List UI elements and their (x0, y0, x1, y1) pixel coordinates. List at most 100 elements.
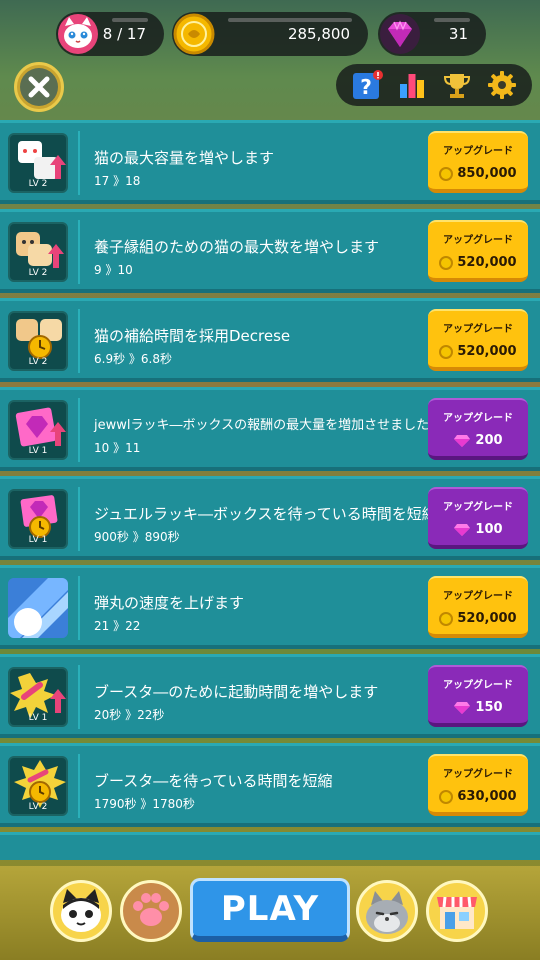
gem-icon (376, 10, 424, 58)
coin-balance-pill: 285,800 (172, 12, 368, 56)
coin-icon (439, 611, 454, 626)
bar-chart-icon (399, 74, 424, 98)
cat-face-icon (61, 889, 101, 932)
upgrade-price: 150 (428, 700, 528, 715)
upgrade-title: 猫の最大容量を増やします (94, 149, 275, 167)
upgrade-button[interactable]: アップグレード 520,000 (428, 220, 528, 282)
gem-balance-value: 31 (448, 25, 468, 43)
upgrade-title: 弾丸の速度を上げます (94, 594, 245, 612)
upgrade-row: LV 2 養子縁組のための猫の最大数を増やします 9 》10 アップグレード 520,0… (0, 209, 540, 293)
jewel-timer-icon: LV 1 (8, 489, 68, 549)
level-label: LV 2 (28, 268, 48, 278)
upgrade-price-value: 520,000 (457, 344, 517, 359)
upgrade-progress: 17 》18 (94, 174, 141, 188)
upgrade-row: LV 2 猫の最大容量を増やします 17 》18 アップグレード 850,000 (0, 120, 540, 204)
gem-icon (454, 523, 471, 536)
upgrade-button[interactable]: アップグレード 630,000 (428, 754, 528, 816)
gem-icon (454, 701, 471, 714)
help-button[interactable]: ? (350, 68, 384, 102)
upgrade-row (0, 832, 540, 860)
hamster-button[interactable] (356, 880, 418, 942)
upgrade-price-value: 520,000 (457, 611, 517, 626)
booster-duration-icon: LV 1 (8, 667, 68, 727)
upgrade-price: 200 (428, 433, 528, 448)
svg-text:?: ? (360, 75, 372, 99)
status-bar: 8 / 17 285,800 31 (0, 8, 540, 58)
stats-button[interactable] (395, 68, 429, 102)
settings-button[interactable] (485, 68, 519, 102)
upgrade-price: 520,000 (428, 255, 528, 270)
upgrade-row: LV 2 ブースタ―を待っている時間を短縮 1790秒 》1780秒 アップグレード 6… (0, 743, 540, 827)
paw-button[interactable] (120, 880, 182, 942)
upgrade-list[interactable]: LV 2 猫の最大容量を増やします 17 》18 アップグレード 850,000 LV 2… (0, 120, 540, 860)
coin-icon (170, 10, 218, 58)
upgrade-row: LV 1 ジュエルラッキ―ボックスを待っている時間を短縮 900秒 》890秒 アップ… (0, 476, 540, 560)
upgrade-button[interactable]: アップグレード 520,000 (428, 576, 528, 638)
row-divider (78, 220, 80, 284)
upgrade-button-label: アップグレード (443, 146, 513, 157)
upgrade-price-value: 520,000 (457, 255, 517, 270)
upgrade-progress: 10 》11 (94, 441, 141, 455)
shop-icon (437, 896, 477, 929)
upgrade-button[interactable]: アップグレード 150 (428, 665, 528, 727)
coin-icon (439, 344, 454, 359)
level-label: LV 1 (28, 713, 48, 723)
upgrade-progress: 21 》22 (94, 619, 141, 633)
upgrade-button-label: アップグレード (443, 769, 513, 780)
cat-count-bar (112, 18, 148, 22)
cat-count-value: 8 / 17 (102, 25, 146, 43)
upgrade-button-label: アップグレード (443, 591, 513, 602)
upgrade-button[interactable]: アップグレード 520,000 (428, 309, 528, 371)
upgrade-button-label: アップグレード (443, 502, 513, 513)
upgrade-price-value: 630,000 (457, 789, 517, 804)
cat-face-icon (54, 10, 102, 58)
close-button[interactable] (14, 62, 64, 112)
upgrade-button[interactable]: アップグレード 200 (428, 398, 528, 460)
coin-icon (439, 789, 454, 804)
play-button[interactable]: PLAY (190, 878, 350, 942)
booster-timer-icon: LV 2 (8, 756, 68, 816)
bullet-speed-icon (8, 578, 68, 638)
upgrade-title: 猫の補給時間を採用Decrese (94, 327, 291, 345)
cat-count-pill: 8 / 17 (56, 12, 164, 56)
bottom-nav: PLAY (0, 866, 540, 960)
help-icon: ? (352, 70, 383, 99)
upgrade-price-value: 850,000 (457, 166, 517, 181)
cat-timer-icon: LV 2 (8, 311, 68, 371)
upgrade-title: jewwlラッキ―ボックスの報酬の最大量を増加させました (94, 418, 430, 433)
coin-icon (439, 166, 454, 181)
adoption-cat-icon: LV 2 (8, 222, 68, 282)
upgrade-title: ブースタ―のために起動時間を増やします (94, 683, 379, 701)
leaderboard-button[interactable] (440, 68, 474, 102)
upgrade-button[interactable]: アップグレード 850,000 (428, 131, 528, 193)
upgrade-row: 弾丸の速度を上げます 21 》22 アップグレード 520,000 (0, 565, 540, 649)
upgrade-price-value: 150 (475, 700, 503, 715)
shop-button[interactable] (426, 880, 488, 942)
upgrade-title: ブースタ―を待っている時間を短縮 (94, 772, 333, 790)
upgrade-button[interactable]: アップグレード 100 (428, 487, 528, 549)
level-label: LV 1 (28, 446, 48, 456)
upgrade-button-label: アップグレード (443, 680, 513, 691)
row-divider (78, 398, 80, 462)
gem-icon (454, 434, 471, 447)
jewel-box-icon: LV 1 (8, 400, 68, 460)
upgrade-button-label: アップグレード (443, 413, 513, 424)
cat-capacity-icon: LV 2 (8, 133, 68, 193)
toolbar: ? (336, 64, 532, 106)
row-divider (78, 665, 80, 729)
upgrade-title: 養子縁組のための猫の最大数を増やします (94, 238, 380, 256)
upgrade-price-value: 100 (475, 522, 503, 537)
level-label: LV 2 (28, 802, 48, 812)
upgrade-progress: 1790秒 》1780秒 (94, 797, 195, 811)
upgrade-progress: 900秒 》890秒 (94, 530, 180, 544)
gem-bar (434, 18, 470, 22)
row-divider (78, 131, 80, 195)
upgrade-progress: 9 》10 (94, 263, 133, 277)
hamster-icon (366, 891, 408, 934)
coin-balance-value: 285,800 (287, 25, 350, 43)
coin-bar (228, 18, 352, 22)
trophy-icon (443, 74, 470, 98)
level-label: LV 2 (28, 179, 48, 189)
cat-collection-button[interactable] (50, 880, 112, 942)
coin-icon (439, 255, 454, 270)
